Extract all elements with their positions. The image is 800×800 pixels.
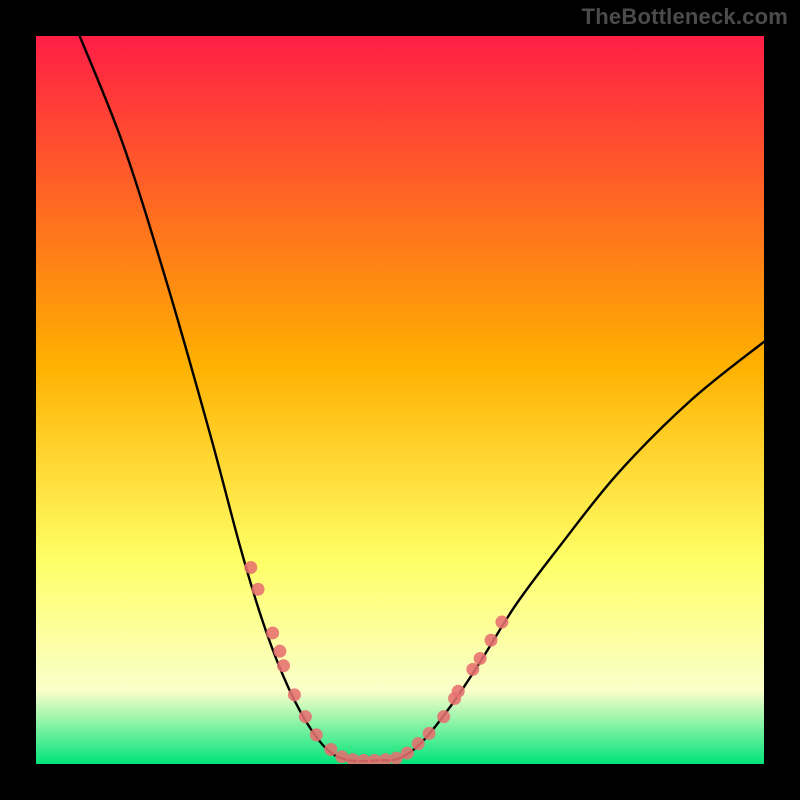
data-marker xyxy=(324,743,337,756)
data-marker xyxy=(288,688,301,701)
data-marker xyxy=(495,616,508,629)
data-marker xyxy=(310,728,323,741)
data-marker xyxy=(474,652,487,665)
data-marker xyxy=(485,634,498,647)
data-marker xyxy=(266,626,279,639)
chart-frame: TheBottleneck.com xyxy=(0,0,800,800)
data-marker xyxy=(412,737,425,750)
data-marker xyxy=(452,685,465,698)
chart-svg xyxy=(36,36,764,764)
watermark-text: TheBottleneck.com xyxy=(582,4,788,30)
data-marker xyxy=(423,727,436,740)
data-marker xyxy=(252,583,265,596)
data-marker xyxy=(244,561,257,574)
gradient-rect xyxy=(36,36,764,764)
plot-area xyxy=(36,36,764,764)
data-marker xyxy=(437,710,450,723)
data-marker xyxy=(401,747,414,760)
data-marker xyxy=(299,710,312,723)
data-marker xyxy=(466,663,479,676)
data-marker xyxy=(277,659,290,672)
data-marker xyxy=(273,645,286,658)
data-marker xyxy=(335,750,348,763)
